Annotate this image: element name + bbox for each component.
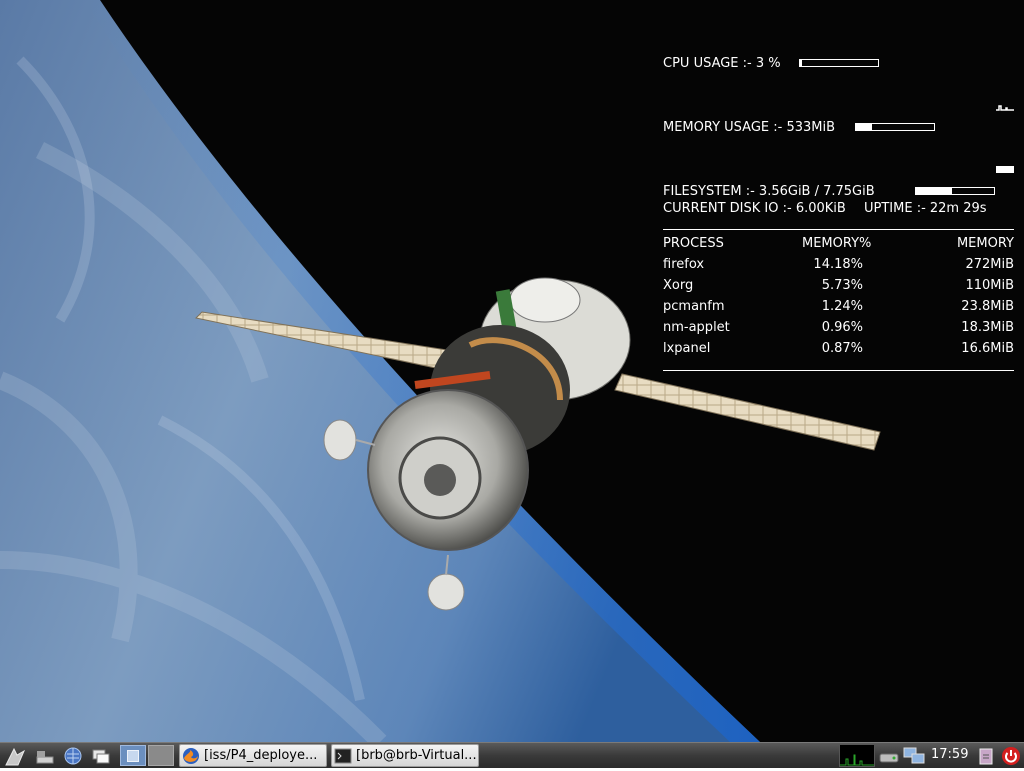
process-memory: 272MiB bbox=[965, 257, 1014, 272]
desktop: CPU USAGE :- 3 % MEMORY USAGE :- 533MiB … bbox=[0, 0, 1024, 742]
memory-usage-bar-fill bbox=[856, 124, 872, 130]
process-memory: 16.6MiB bbox=[961, 341, 1014, 356]
process-table-header: PROCESS MEMORY% MEMORY bbox=[663, 235, 1014, 252]
process-row: firefox 14.18% 272MiB bbox=[663, 256, 1014, 273]
window-switcher-icon[interactable] bbox=[90, 745, 112, 767]
divider-bottom bbox=[663, 370, 1014, 371]
cpu-usage-label: CPU USAGE :- 3 % bbox=[663, 56, 781, 71]
network-icon[interactable] bbox=[903, 745, 925, 767]
lxde-menu-icon[interactable] bbox=[4, 745, 26, 767]
process-memory-pct: 0.87% bbox=[821, 341, 863, 356]
process-memory: 110MiB bbox=[965, 278, 1014, 293]
wallpaper-soyuz-earth bbox=[0, 0, 1024, 742]
cpu-monitor-icon[interactable] bbox=[839, 744, 875, 767]
process-name: nm-applet bbox=[663, 320, 730, 335]
process-memory-pct: 5.73% bbox=[821, 278, 863, 293]
divider-top bbox=[663, 229, 1014, 230]
header-process: PROCESS bbox=[663, 236, 724, 251]
memory-usage-label: MEMORY USAGE :- 533MiB bbox=[663, 120, 836, 135]
file-manager-icon[interactable] bbox=[62, 745, 84, 767]
memory-usage-bar bbox=[855, 123, 935, 131]
filesystem-usage-bar-fill bbox=[916, 188, 952, 194]
process-row: nm-applet 0.96% 18.3MiB bbox=[663, 319, 1014, 336]
clock[interactable]: 17:59 bbox=[931, 747, 968, 762]
process-row: Xorg 5.73% 110MiB bbox=[663, 277, 1014, 294]
workspace-2[interactable] bbox=[148, 745, 174, 766]
workspace-window-preview bbox=[127, 750, 139, 762]
process-name: lxpanel bbox=[663, 341, 711, 356]
process-name: firefox bbox=[663, 257, 705, 272]
show-desktop-icon[interactable] bbox=[34, 745, 56, 767]
task-button-terminal[interactable]: [brb@brb-Virtual... bbox=[331, 744, 479, 767]
process-name: Xorg bbox=[663, 278, 694, 293]
uptime-label: UPTIME :- 22m 29s bbox=[864, 201, 987, 216]
disk-io-label: CURRENT DISK IO :- 6.00KiB bbox=[663, 201, 846, 216]
firefox-icon bbox=[183, 747, 199, 764]
task-label: [iss/P4_deploye... bbox=[204, 748, 318, 763]
terminal-icon bbox=[334, 748, 352, 763]
process-memory: 18.3MiB bbox=[961, 320, 1014, 335]
header-memory-pct: MEMORY% bbox=[802, 236, 872, 251]
cpu-usage-bar bbox=[799, 59, 879, 67]
header-memory: MEMORY bbox=[956, 236, 1014, 251]
logout-icon[interactable] bbox=[1000, 745, 1022, 767]
removable-drive-icon[interactable] bbox=[878, 745, 900, 767]
process-memory: 23.8MiB bbox=[961, 299, 1014, 314]
taskbar: [iss/P4_deploye... [brb@brb-Virtual... 1… bbox=[0, 742, 1024, 768]
process-name: pcmanfm bbox=[663, 299, 725, 314]
process-memory-pct: 1.24% bbox=[821, 299, 863, 314]
process-row: pcmanfm 1.24% 23.8MiB bbox=[663, 298, 1014, 315]
memory-graph-mini bbox=[996, 166, 1014, 173]
cpu-graph-mini bbox=[996, 99, 1014, 111]
filesystem-label: FILESYSTEM :- 3.56GiB / 7.75GiB bbox=[663, 184, 875, 199]
volume-icon[interactable] bbox=[975, 745, 997, 767]
process-memory-pct: 0.96% bbox=[821, 320, 863, 335]
process-memory-pct: 14.18% bbox=[813, 257, 863, 272]
filesystem-usage-bar bbox=[915, 187, 995, 195]
cpu-usage-bar-fill bbox=[800, 60, 803, 66]
task-label: [brb@brb-Virtual... bbox=[356, 748, 477, 763]
workspace-1[interactable] bbox=[120, 745, 146, 766]
task-button-firefox[interactable]: [iss/P4_deploye... bbox=[179, 744, 327, 767]
process-row: lxpanel 0.87% 16.6MiB bbox=[663, 340, 1014, 357]
